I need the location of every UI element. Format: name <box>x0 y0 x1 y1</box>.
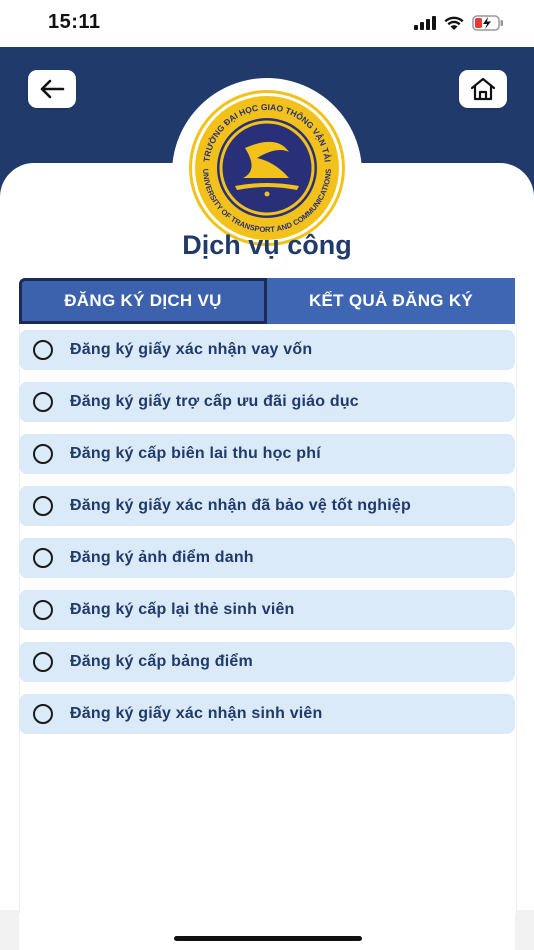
home-button[interactable] <box>459 70 507 108</box>
list-item[interactable]: Đăng ký giấy xác nhận vay vốn <box>19 330 515 370</box>
page-title: Dịch vụ công <box>182 230 352 260</box>
list-item-label: Đăng ký giấy xác nhận vay vốn <box>70 341 313 358</box>
radio-button[interactable] <box>33 392 53 412</box>
service-list: Đăng ký giấy xác nhận vay vốn Đăng ký gi… <box>19 330 515 746</box>
status-time: 15:11 <box>48 11 101 33</box>
tab-bar: ĐĂNG KÝ DỊCH VỤ KẾT QUẢ ĐĂNG KÝ <box>19 278 515 324</box>
list-item[interactable]: Đăng ký ảnh điểm danh <box>19 538 515 578</box>
battery-icon <box>472 15 503 31</box>
university-logo: TRƯỜNG ĐẠI HỌC GIAO THÔNG VẬN TẢI UNIVER… <box>172 78 362 268</box>
bottom-strip-left <box>0 910 19 950</box>
radio-button[interactable] <box>33 652 53 672</box>
bottom-strip-right <box>515 910 534 950</box>
list-item-label: Đăng ký ảnh điểm danh <box>70 549 254 566</box>
radio-button[interactable] <box>33 600 53 620</box>
tab-register-service[interactable]: ĐĂNG KÝ DỊCH VỤ <box>19 278 267 324</box>
list-item[interactable]: Đăng ký giấy xác nhận sinh viên <box>19 694 515 734</box>
status-icons <box>414 12 504 34</box>
tab-register-service-label: ĐĂNG KÝ DỊCH VỤ <box>64 291 222 310</box>
wifi-icon <box>444 16 464 30</box>
logo-emblem-icon: TRƯỜNG ĐẠI HỌC GIAO THÔNG VẬN TẢI UNIVER… <box>189 90 345 246</box>
home-icon <box>470 77 496 101</box>
list-item[interactable]: Đăng ký cấp biên lai thu học phí <box>19 434 515 474</box>
list-item[interactable]: Đăng ký giấy xác nhận đã bảo vệ tốt nghi… <box>19 486 515 526</box>
list-item-label: Đăng ký giấy xác nhận sinh viên <box>70 705 323 722</box>
radio-button[interactable] <box>33 444 53 464</box>
home-indicator[interactable] <box>174 936 362 941</box>
back-button[interactable] <box>28 70 76 108</box>
tab-registration-results-label: KẾT QUẢ ĐĂNG KÝ <box>308 291 474 310</box>
list-item[interactable]: Đăng ký cấp lại thẻ sinh viên <box>19 590 515 630</box>
radio-button[interactable] <box>33 496 53 516</box>
list-item-label: Đăng ký cấp lại thẻ sinh viên <box>70 601 295 618</box>
radio-button[interactable] <box>33 548 53 568</box>
radio-button[interactable] <box>33 340 53 360</box>
radio-button[interactable] <box>33 704 53 724</box>
arrow-left-icon <box>40 79 65 99</box>
list-item-label: Đăng ký cấp biên lai thu học phí <box>70 445 321 462</box>
list-item-label: Đăng ký giấy trợ cấp ưu đãi giáo dục <box>70 393 359 410</box>
signal-icon <box>414 16 436 30</box>
list-item-label: Đăng ký giấy xác nhận đã bảo vệ tốt nghi… <box>70 497 411 514</box>
status-bar: 15:11 <box>0 0 534 47</box>
list-item-label: Đăng ký cấp bảng điểm <box>70 653 253 670</box>
list-item[interactable]: Đăng ký giấy trợ cấp ưu đãi giáo dục <box>19 382 515 422</box>
tab-registration-results[interactable]: KẾT QUẢ ĐĂNG KÝ <box>267 278 515 324</box>
list-item[interactable]: Đăng ký cấp bảng điểm <box>19 642 515 682</box>
